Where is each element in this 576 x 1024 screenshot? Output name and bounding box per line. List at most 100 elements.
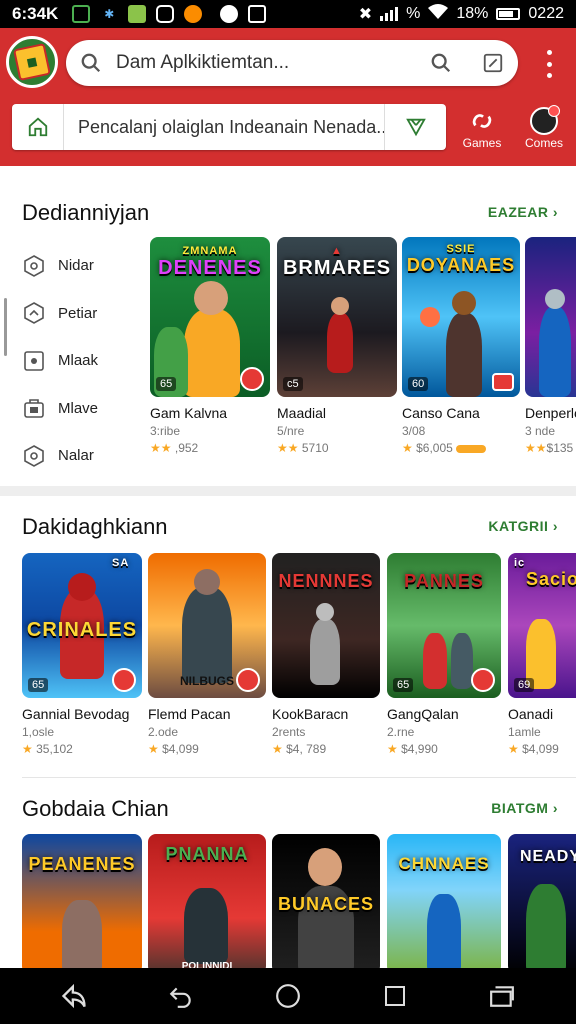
app-card-art: SA CRINALES 65	[22, 553, 142, 698]
character-figure	[427, 894, 461, 974]
app-rating: ★ $6,005	[402, 441, 520, 455]
character-figure	[539, 307, 571, 397]
app-card[interactable]: Denperle 3 nde ★★$135	[525, 237, 576, 455]
art-title: BUNACES	[277, 894, 374, 914]
nfc-icon: ✖	[358, 6, 373, 23]
art-top-text: SSIE	[446, 243, 476, 255]
age-badge: 60	[408, 377, 429, 391]
category-item[interactable]: Nidar	[22, 242, 132, 290]
character-figure	[184, 309, 240, 397]
key-icon	[456, 444, 487, 453]
publisher-badge-icon	[471, 668, 495, 692]
app-logo[interactable]: ■	[6, 36, 58, 88]
star-icon: ★★	[277, 441, 299, 455]
app-card[interactable]: PNANNA POLINNIDI	[148, 834, 266, 974]
wifi-icon	[428, 3, 449, 25]
app-header: ■ Dam Aplkiktiemtan... Pencalanj olaigla…	[0, 28, 576, 166]
notification-orange-icon	[184, 5, 203, 23]
undo-icon[interactable]	[161, 976, 201, 1016]
app-rating: ★★ ,952	[150, 441, 199, 455]
app-card[interactable]: BUNACES	[272, 834, 380, 974]
character-figure	[310, 619, 340, 685]
category-label: Nidar	[58, 257, 94, 275]
app-card-art: NEADY	[508, 834, 576, 974]
logo-mark-icon: ■	[13, 43, 51, 81]
character-head	[452, 291, 476, 315]
character-head	[331, 297, 349, 315]
category-label: Petiar	[58, 304, 98, 322]
sub-search-text[interactable]: Pencalanj olaiglan Indeanain Nenada...	[64, 117, 384, 138]
app-card[interactable]: CHNNAES	[387, 834, 501, 974]
hexagon-circle-icon	[24, 254, 44, 277]
publisher-badge-icon	[236, 668, 260, 692]
home-button[interactable]	[12, 104, 64, 150]
section-more-link[interactable]: KATGRII ›	[488, 518, 558, 534]
app-name: Oanadi	[508, 706, 554, 722]
app-card-art: NILBUGS	[148, 553, 266, 698]
recents-icon[interactable]	[375, 976, 415, 1016]
star-icon: ★	[272, 742, 283, 756]
art-title: DENENES	[158, 257, 262, 279]
tab-games[interactable]: Games	[454, 106, 510, 150]
search-icon	[81, 53, 101, 73]
edit-icon[interactable]	[482, 52, 504, 74]
status-right: ✖ % 18% 0222	[358, 3, 564, 25]
category-list: Nidar Petiar Mlaak Mlave Nalar	[22, 242, 132, 480]
art-title: BRMARES	[282, 257, 392, 279]
app-rating: ★★ 5710	[277, 441, 329, 455]
section-more-link[interactable]: BIATGM ›	[491, 800, 558, 816]
app-name: Denperle	[525, 405, 576, 421]
category-item[interactable]: Mlave	[22, 385, 132, 433]
app-subtitle: 3:ribe	[150, 424, 181, 438]
app-name: Gannial Bevodag	[22, 706, 130, 722]
switch-icon[interactable]	[482, 976, 522, 1016]
app-card[interactable]: NENNNES KookBaracn 2rents ★ $4, 789	[272, 553, 380, 756]
search-input[interactable]: Dam Aplkiktiemtan...	[116, 52, 430, 74]
app-card[interactable]: NILBUGS Flemd Pacan 2.ode ★ $4,099	[148, 553, 266, 756]
sub-search-bar[interactable]: Pencalanj olaiglan Indeanain Nenada...	[12, 104, 446, 150]
app-card[interactable]: PEANENES	[22, 834, 142, 974]
signal-label: %	[406, 5, 421, 22]
app-rating: ★ $4,990	[387, 742, 438, 756]
character-head	[545, 289, 565, 309]
category-item[interactable]: Mlaak	[22, 337, 132, 385]
notification-bug-icon: ✱	[104, 7, 115, 21]
character-figure	[182, 587, 232, 683]
category-item[interactable]: Petiar	[22, 290, 132, 338]
app-rating: ★ $4, 789	[272, 742, 327, 756]
section-title: Gobdaia Chian	[22, 796, 169, 821]
art-title: PANNES	[404, 571, 484, 591]
category-label: Nalar	[58, 447, 94, 465]
avatar-icon	[530, 105, 560, 135]
more-options-icon[interactable]	[538, 50, 560, 78]
search-right-icon[interactable]	[430, 52, 452, 74]
fireball-icon	[420, 307, 440, 327]
app-name: Maadial	[277, 405, 327, 421]
search-actions	[430, 52, 504, 74]
section-more-link[interactable]: EAZEAR ›	[488, 204, 558, 220]
app-card[interactable]: PANNES 65 GangQalan 2.rne ★ $4,990	[387, 553, 501, 756]
character-figure	[184, 888, 228, 964]
app-card-art	[525, 237, 576, 397]
home-outline-icon	[28, 117, 47, 137]
tab-comes[interactable]: Comes	[516, 105, 572, 150]
category-item[interactable]: Nalar	[22, 432, 132, 480]
notification-image-icon	[72, 5, 91, 23]
search-bar[interactable]: Dam Aplkiktiemtan...	[66, 40, 518, 86]
character-figure	[446, 313, 482, 397]
character-head	[194, 281, 228, 315]
app-card[interactable]: ZMNAMA DENENES 65 Gam Kalvna 3:ribe ★★ ,…	[150, 237, 270, 455]
signal-icon	[380, 7, 399, 21]
art-title: CRINALES	[26, 619, 138, 641]
status-time: 6:34K	[12, 4, 59, 23]
age-badge: 65	[393, 678, 414, 692]
age-badge: c5	[283, 377, 303, 391]
app-card[interactable]: SSIE DOYANAES 60 Canso Cana 3/08 ★ $6,00…	[402, 237, 520, 455]
app-card[interactable]: ic Sacio 69 Oanadi 1amle ★ $4,099	[508, 553, 576, 756]
back-icon[interactable]	[54, 976, 94, 1016]
filter-button[interactable]	[384, 104, 446, 150]
home-icon[interactable]	[268, 976, 308, 1016]
app-card[interactable]: ▲ BRMARES c5 Maadial 5/nre ★★ 5710	[277, 237, 397, 455]
app-card[interactable]: SA CRINALES 65 Gannial Bevodag 1,osle ★ …	[22, 553, 142, 756]
app-card[interactable]: NEADY	[508, 834, 576, 974]
